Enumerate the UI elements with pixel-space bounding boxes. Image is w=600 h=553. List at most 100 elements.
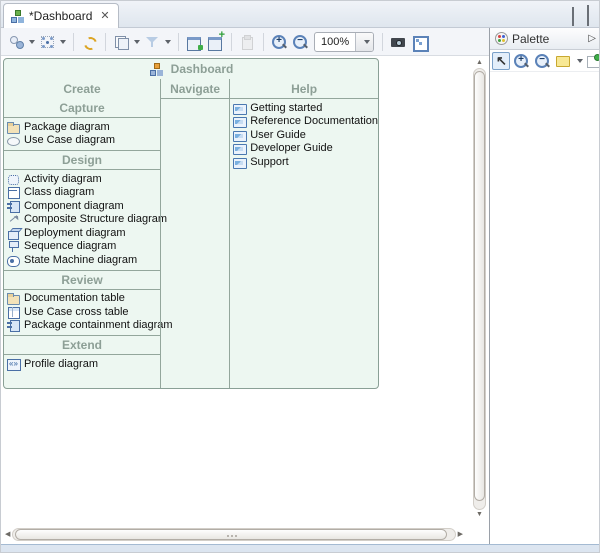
section-header: Capture	[4, 99, 160, 118]
dashboard-item[interactable]: Class diagram	[4, 186, 160, 200]
copy-appearance-button[interactable]	[111, 33, 142, 51]
dashboard-column-help: Help Getting startedReference Documentati…	[229, 79, 378, 388]
tab-title: *Dashboard	[29, 9, 92, 23]
select-tool-icon	[494, 54, 508, 68]
dashboard-item[interactable]: State Machine diagram	[4, 253, 160, 267]
new-diagram-button[interactable]	[205, 33, 226, 51]
maximize-button[interactable]	[587, 8, 589, 26]
toolbar-separator	[231, 33, 232, 51]
toolbar-separator	[73, 33, 74, 51]
zoom-level-combo[interactable]: 100%	[314, 32, 374, 52]
camera-button[interactable]	[388, 33, 409, 51]
dashboard-item-label: Sequence diagram	[24, 240, 116, 252]
dashboard-item-label: State Machine diagram	[24, 254, 137, 266]
minimize-button[interactable]	[572, 8, 574, 26]
graph-layout-button[interactable]	[37, 33, 68, 51]
section-items: Documentation tableUse Case cross tableP…	[4, 290, 160, 337]
section-header: Review	[4, 271, 160, 290]
dashboard-item-label: User Guide	[250, 129, 306, 141]
activity-diagram-icon	[7, 173, 21, 185]
scroll-down-icon[interactable]: ▼	[474, 510, 485, 520]
package-containment-diagram-icon	[7, 319, 21, 331]
dropdown-arrow-icon[interactable]	[577, 59, 583, 63]
dashboard-item-label: Package diagram	[24, 121, 110, 133]
deployment-diagram-icon	[7, 227, 21, 239]
snapshot-button[interactable]	[184, 33, 205, 51]
component-diagram-icon	[7, 200, 21, 212]
papyrus-editor-window: *Dashboard ✕ 100% Dashboard CreateCaptur…	[0, 0, 600, 553]
horizontal-scrollbar[interactable]: ◀ ▶	[3, 527, 465, 542]
dashboard-item[interactable]: Support	[230, 155, 378, 169]
sync-button[interactable]	[79, 33, 100, 51]
annotation-tool-button[interactable]	[584, 52, 600, 69]
dashboard-item[interactable]: Documentation table	[4, 292, 160, 306]
graph-layout-icon	[39, 34, 56, 50]
dashboard-item-label: Composite Structure diagram	[24, 213, 167, 225]
dashboard-title: Dashboard	[171, 62, 234, 76]
zoom-out-tool-button[interactable]	[532, 51, 552, 70]
zoom-level-value: 100%	[315, 36, 355, 48]
dashboard-item-label: Activity diagram	[24, 173, 102, 185]
vertical-scroll-thumb[interactable]	[474, 71, 485, 501]
dashboard-item[interactable]: Sequence diagram	[4, 240, 160, 254]
dashboard-item[interactable]: Package containment diagram	[4, 319, 160, 333]
zoom-in-button[interactable]	[269, 33, 290, 51]
scroll-up-icon[interactable]: ▲	[474, 58, 485, 68]
new-diagram-icon	[207, 34, 224, 50]
dashboard-item[interactable]: Activity diagram	[4, 172, 160, 186]
column-header: Help	[230, 79, 378, 99]
dropdown-arrow-icon	[134, 40, 140, 44]
diagram-image-button[interactable]	[409, 33, 430, 51]
tab-close-icon[interactable]: ✕	[100, 11, 109, 21]
section-items: Package diagramUse Case diagram	[4, 118, 160, 151]
dashboard-item[interactable]: Deployment diagram	[4, 226, 160, 240]
scroll-right-icon[interactable]: ▶	[456, 530, 465, 540]
dashboard-item[interactable]: Component diagram	[4, 199, 160, 213]
dashboard-item-label: Developer Guide	[250, 142, 333, 154]
tab-dashboard[interactable]: *Dashboard ✕	[3, 3, 119, 28]
dashboard-item-label: Documentation table	[24, 292, 125, 304]
dashboard-item-label: Use Case diagram	[24, 134, 115, 146]
vertical-scrollbar[interactable]: ▲ ▼	[472, 58, 487, 520]
help-folder-icon	[233, 156, 247, 168]
diagram-image-icon	[411, 34, 428, 50]
toolbar-separator	[382, 33, 383, 51]
dashboard-item[interactable]: Package diagram	[4, 120, 160, 134]
dashboard-item[interactable]: Reference Documentation	[230, 115, 378, 129]
palette-body[interactable]	[490, 72, 600, 544]
zoom-level-dropdown-button[interactable]	[355, 33, 373, 51]
filter-button[interactable]	[142, 33, 173, 51]
dashboard-item[interactable]: Use Case cross table	[4, 305, 160, 319]
dashboard-widget: Dashboard CreateCapturePackage diagramUs…	[3, 58, 379, 389]
diagram-elements-button[interactable]	[6, 33, 37, 51]
section-items: Activity diagramClass diagramComponent d…	[4, 170, 160, 271]
dropdown-arrow-icon	[364, 40, 370, 44]
toolbar-separator	[178, 33, 179, 51]
horizontal-scroll-thumb[interactable]	[15, 529, 446, 540]
dashboard-item-label: Class diagram	[24, 186, 94, 198]
palette-header[interactable]: Palette ▷	[490, 28, 600, 50]
state-machine-diagram-icon	[7, 254, 21, 266]
scroll-left-icon[interactable]: ◀	[3, 530, 12, 540]
dashboard-item[interactable]: Composite Structure diagram	[4, 213, 160, 227]
zoom-in-tool-button[interactable]	[511, 51, 531, 70]
dashboard-column-create: CreateCapturePackage diagramUse Case dia…	[4, 79, 160, 388]
section-header: Design	[4, 151, 160, 170]
diagram-canvas[interactable]: Dashboard CreateCapturePackage diagramUs…	[1, 56, 489, 544]
dashboard-item[interactable]: User Guide	[230, 128, 378, 142]
column-header: Navigate	[161, 79, 229, 99]
dashboard-item[interactable]: Developer Guide	[230, 142, 378, 156]
note-tool-button[interactable]	[553, 52, 572, 69]
sequence-diagram-icon	[7, 240, 21, 252]
horizontal-scroll-track[interactable]	[12, 528, 455, 541]
zoom-in-icon	[271, 34, 288, 50]
select-tool-button[interactable]	[492, 52, 510, 70]
vertical-scroll-track[interactable]	[473, 68, 486, 510]
dashboard-item[interactable]: Profile diagram	[4, 357, 160, 371]
zoom-out-button[interactable]	[290, 33, 311, 51]
dashboard-column-navigate: Navigate	[160, 79, 229, 388]
help-folder-icon	[233, 102, 247, 114]
dashboard-item[interactable]: Getting started	[230, 101, 378, 115]
palette-expand-icon[interactable]: ▷	[588, 33, 596, 44]
dashboard-item[interactable]: Use Case diagram	[4, 134, 160, 148]
